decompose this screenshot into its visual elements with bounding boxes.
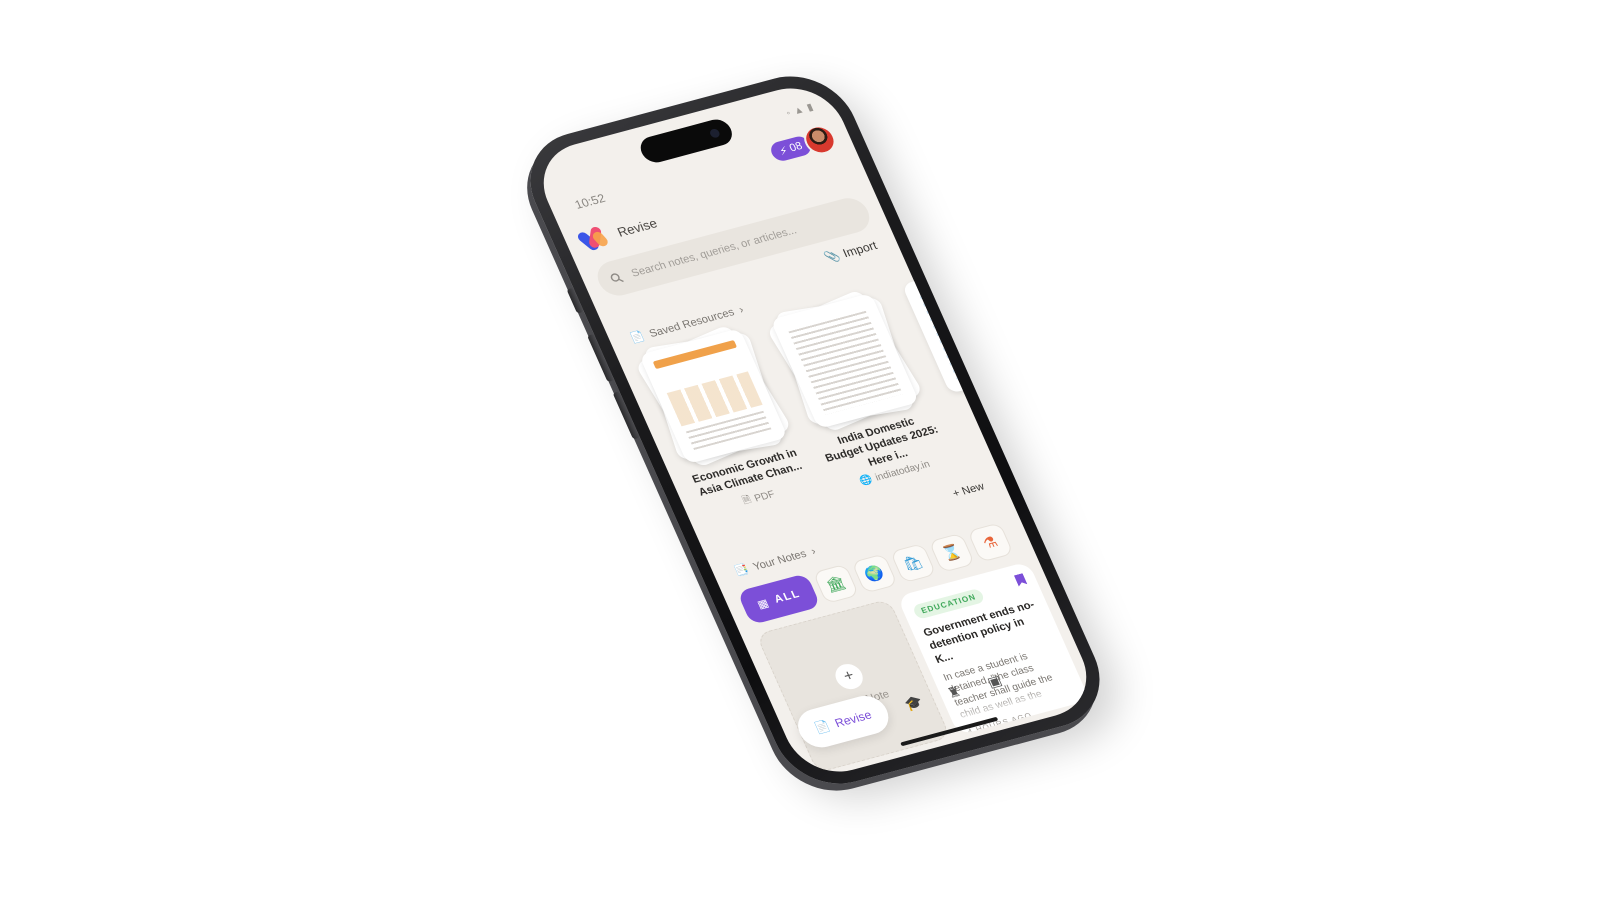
chevron-right-icon: › — [809, 545, 818, 558]
phone-screen: ◦ ▲ ▮ 10:52 ⚡ 08 Revise Search notes, qu… — [528, 77, 1102, 783]
dynamic-island — [636, 116, 737, 166]
chess-piece-icon: ♜ — [944, 682, 964, 701]
grid-icon: ▦ — [755, 596, 772, 611]
search-icon — [610, 273, 624, 283]
status-icons: ◦ ▲ ▮ — [785, 102, 816, 119]
phone-frame: ◦ ▲ ▮ 10:52 ⚡ 08 Revise Search notes, qu… — [511, 63, 1119, 797]
filter-all[interactable]: ▦ ALL — [736, 573, 821, 626]
tab-practice[interactable]: ♜ — [935, 675, 974, 708]
bank-icon: 🏛 — [823, 574, 849, 595]
wifi-icon: ◦ — [784, 108, 793, 120]
chevron-right-icon: › — [736, 303, 746, 316]
app-title: Revise — [614, 215, 660, 240]
action-button — [566, 287, 584, 314]
resource-title: India Upda... — [973, 382, 1042, 411]
new-resource-button[interactable]: + New — [951, 481, 986, 500]
globe-icon: 🌐 — [857, 474, 875, 488]
graduation-cap-icon: 🎓 — [901, 692, 925, 713]
filter-geography[interactable]: 🌍 — [850, 553, 898, 594]
article-thumbnail — [901, 257, 1051, 394]
your-notes-title: Your Notes — [751, 547, 809, 573]
camera-icon — [708, 127, 722, 139]
pdf-thumbnail — [634, 324, 793, 469]
filter-science[interactable]: ⚗ — [966, 522, 1014, 563]
mockup-scene: ◦ ▲ ▮ 10:52 ⚡ 08 Revise Search notes, qu… — [0, 0, 1600, 918]
bookmark-icon[interactable] — [1014, 573, 1028, 586]
signal-icon: ▲ — [791, 104, 806, 118]
battery-icon: ▮ — [805, 101, 816, 114]
import-button[interactable]: 📎 Import — [822, 238, 879, 265]
filter-economy[interactable]: 🛍 — [889, 543, 937, 584]
new-label: New — [960, 480, 987, 498]
notes-icon: 📑 — [732, 563, 751, 579]
article-thumbnail — [766, 288, 924, 433]
shopping-bag-icon: 🛍 — [900, 553, 926, 574]
revise-logo-icon — [575, 222, 614, 255]
hourglass-icon: ⌛ — [939, 543, 965, 564]
filter-history[interactable]: ⌛ — [928, 532, 976, 573]
status-time: 10:52 — [572, 191, 608, 212]
saved-resources-list: Economic Growth in Asia Climate Chan... … — [632, 257, 1054, 542]
tab-leaderboard[interactable]: ▣ — [975, 665, 1014, 698]
document-icon: 📄 — [812, 718, 833, 736]
flask-icon: ⚗ — [980, 533, 1001, 553]
globe-icon: 🌍 — [862, 563, 888, 585]
credits-count: 08 — [787, 140, 805, 155]
import-label: Import — [840, 238, 880, 261]
filter-polity[interactable]: 🏛 — [812, 563, 860, 605]
paperclip-icon: 📎 — [822, 248, 843, 265]
document-icon: 📄 — [628, 330, 647, 346]
bar-chart-icon: ▣ — [984, 671, 1004, 690]
plus-icon: + — [831, 661, 868, 692]
filter-all-label: ALL — [772, 587, 803, 606]
tab-learn[interactable]: 🎓 — [894, 686, 933, 719]
tab-revise-label: Revise — [832, 707, 874, 731]
